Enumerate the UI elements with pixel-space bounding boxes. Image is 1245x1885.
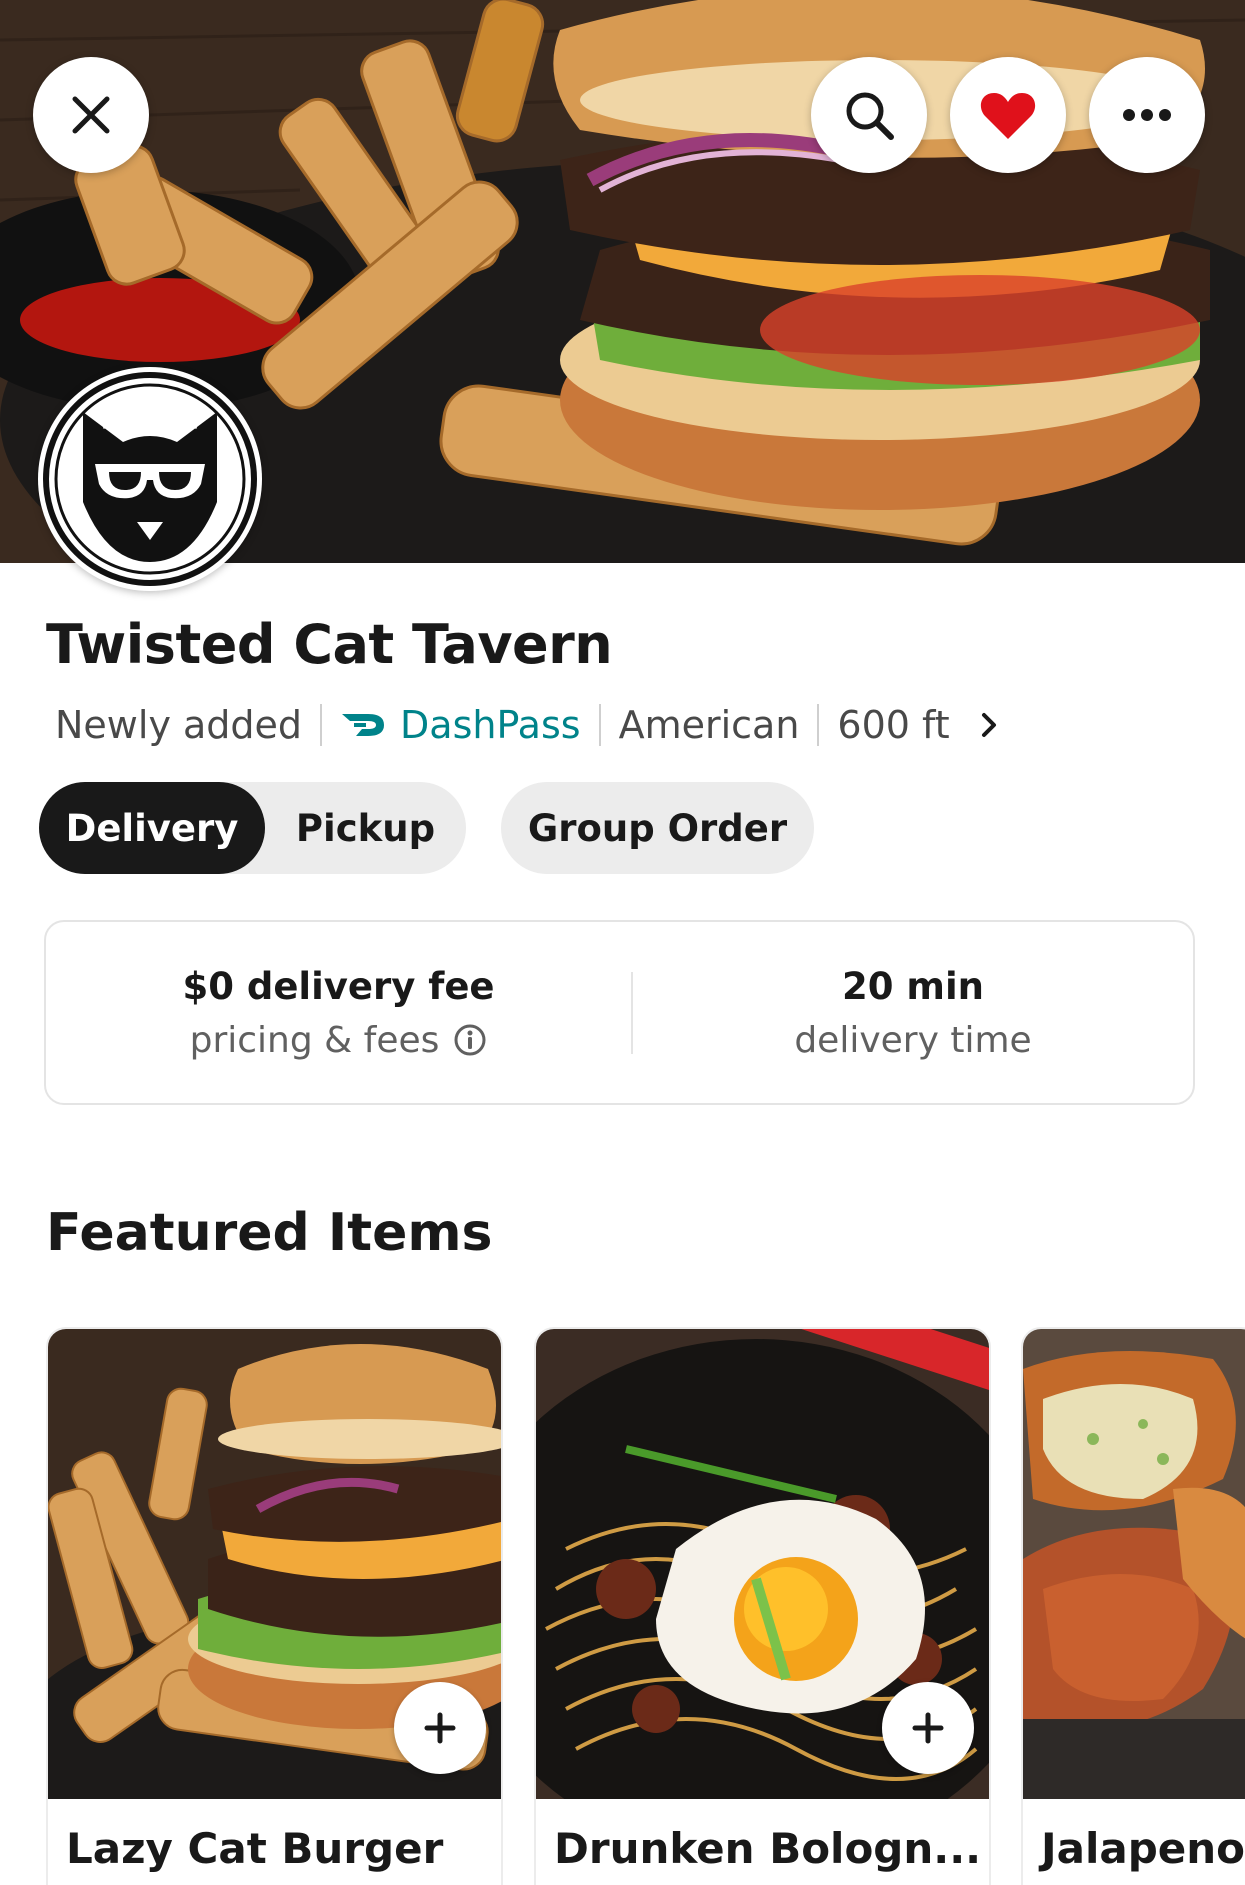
item-image: [1023, 1329, 1245, 1799]
store-logo: [38, 367, 262, 591]
featured-item-card[interactable]: Jalapeno: [1021, 1327, 1245, 1885]
search-icon: [846, 92, 894, 140]
delivery-time: 20 min: [842, 964, 984, 1008]
store-name: Twisted Cat Tavern: [46, 613, 613, 676]
item-name: Lazy Cat Burger: [66, 1824, 444, 1873]
featured-items-heading: Featured Items: [46, 1203, 493, 1263]
chevron-right-icon[interactable]: [980, 711, 1000, 739]
close-icon: [72, 96, 110, 134]
pricing-fees-link[interactable]: pricing & fees: [190, 1020, 488, 1061]
divider: [598, 704, 601, 746]
delivery-time-section: 20 min delivery time: [631, 922, 1195, 1103]
pricing-fees-label: pricing & fees: [189, 1019, 440, 1061]
more-options-button[interactable]: [1089, 57, 1205, 173]
more-icon: [1123, 109, 1171, 121]
divider: [320, 704, 323, 746]
plus-icon: [424, 1712, 456, 1744]
dashpass-badge: DashPass: [340, 703, 581, 747]
delivery-fee: $0 delivery fee: [182, 964, 495, 1008]
cat-logo-icon: [43, 372, 257, 586]
heart-icon: [980, 93, 1036, 139]
cuisine-label: American: [618, 703, 800, 747]
item-name: Jalapeno: [1041, 1824, 1245, 1873]
delivery-pickup-toggle[interactable]: Delivery Pickup: [39, 782, 466, 874]
pickup-option[interactable]: Pickup: [265, 782, 466, 874]
delivery-time-label: delivery time: [794, 1019, 1032, 1061]
close-button[interactable]: [33, 57, 149, 173]
add-item-button[interactable]: [882, 1682, 974, 1774]
info-icon: [454, 1024, 486, 1056]
divider: [817, 704, 820, 746]
add-item-button[interactable]: [394, 1682, 486, 1774]
delivery-fee-section[interactable]: $0 delivery fee pricing & fees: [46, 922, 631, 1103]
featured-item-card[interactable]: Lazy Cat Burger: [46, 1327, 503, 1885]
delivery-option[interactable]: Delivery: [39, 782, 265, 874]
dashpass-label: DashPass: [400, 703, 581, 747]
plus-icon: [912, 1712, 944, 1744]
store-meta-row[interactable]: Newly added DashPass American 600 ft: [55, 700, 1000, 750]
featured-item-card[interactable]: Drunken Bologn...: [534, 1327, 991, 1885]
dashpass-icon: [342, 714, 385, 736]
favorite-button[interactable]: [950, 57, 1066, 173]
item-name: Drunken Bologn...: [554, 1824, 982, 1873]
delivery-info-card: $0 delivery fee pricing & fees 20 min de…: [44, 920, 1195, 1105]
search-button[interactable]: [811, 57, 927, 173]
group-order-button[interactable]: Group Order: [501, 782, 814, 874]
distance-label: 600 ft: [837, 703, 950, 747]
newly-added-label: Newly added: [55, 703, 303, 747]
